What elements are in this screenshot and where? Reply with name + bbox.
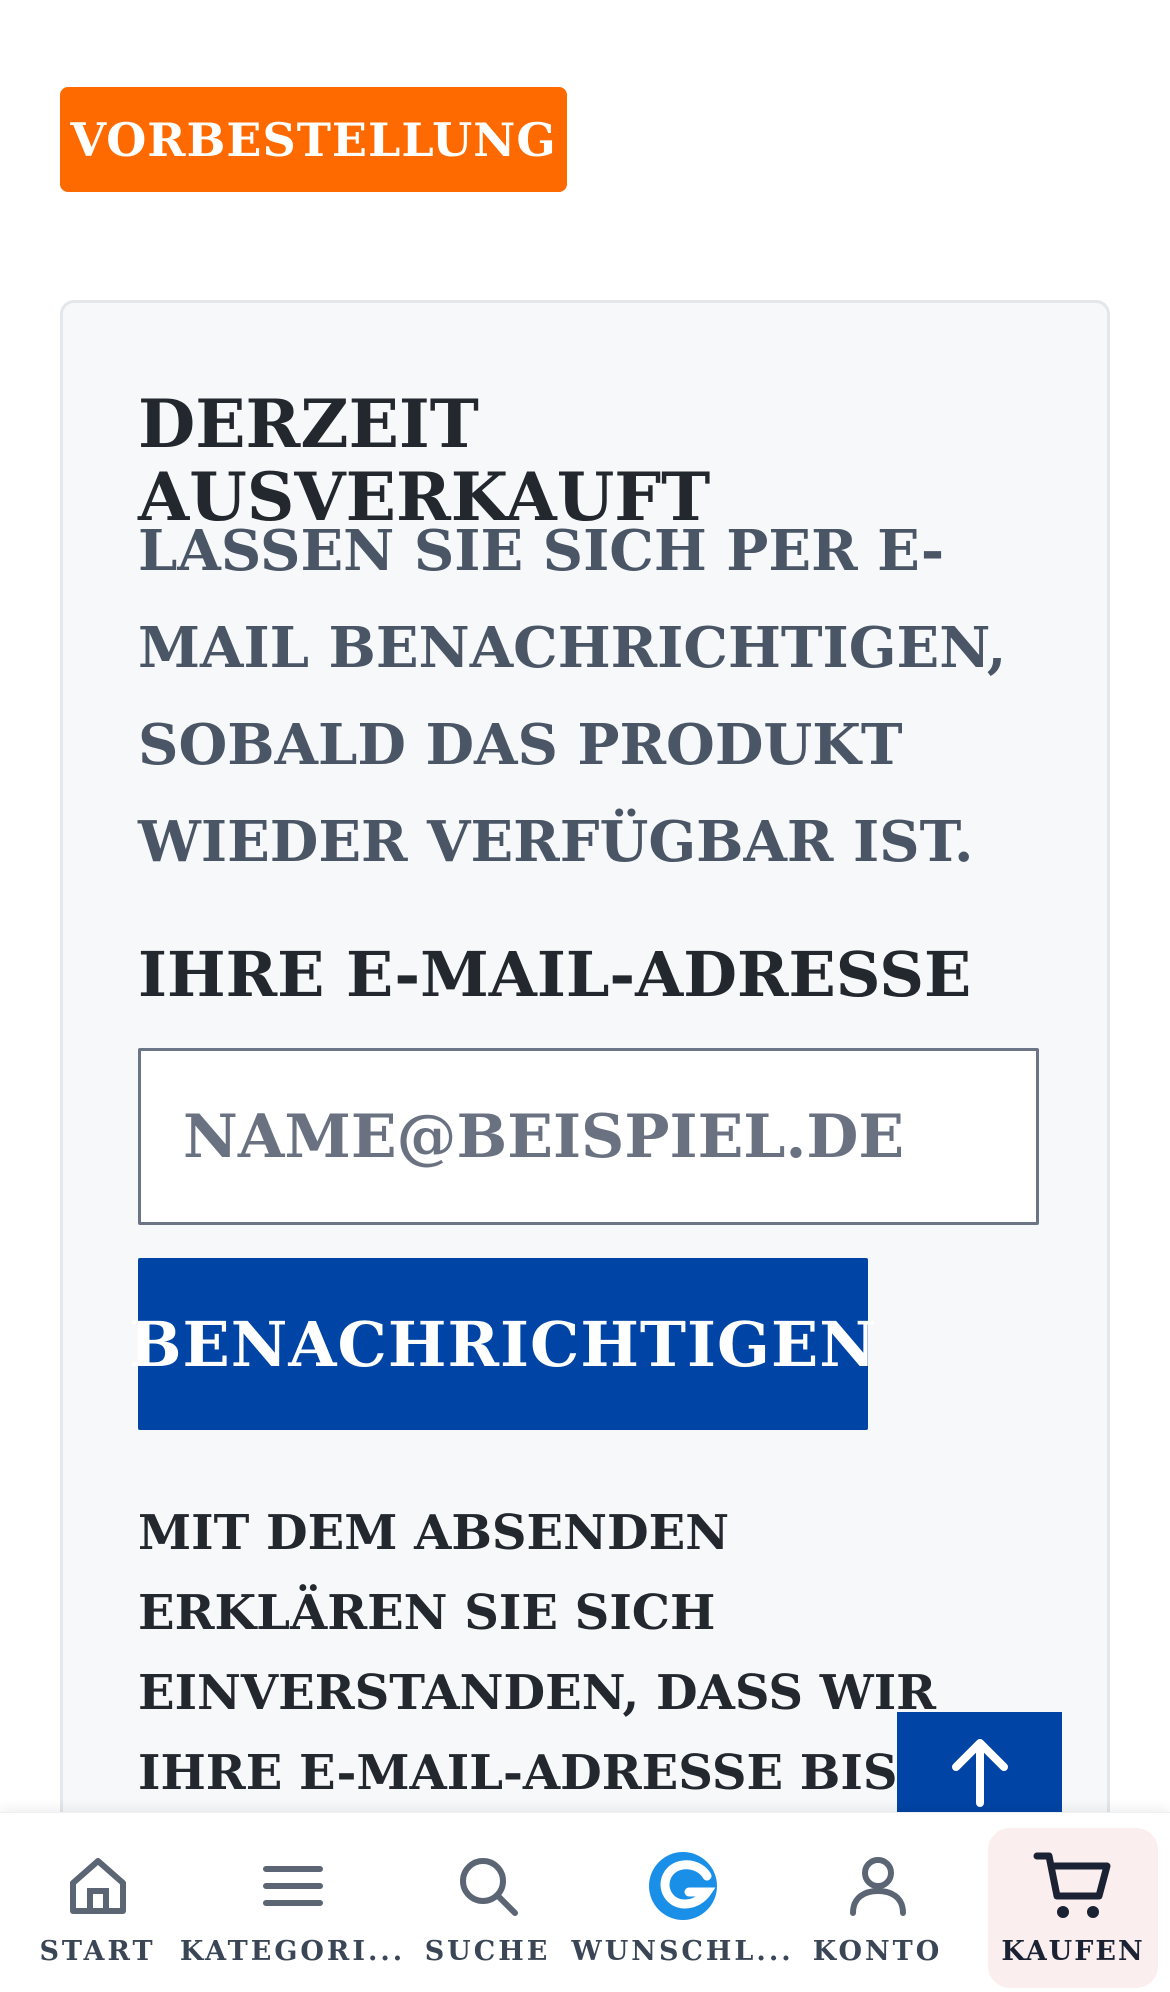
nav-item-account[interactable]: KONTO (780, 1813, 975, 1992)
cart-icon (1033, 1846, 1113, 1926)
arrow-up-icon (951, 1739, 1008, 1807)
nav-label-account: KONTO (812, 1936, 943, 1967)
search-icon (448, 1846, 528, 1926)
nav-item-wishlist[interactable]: WUNSCHL... (571, 1813, 791, 1992)
email-label: IHRE E-MAIL-ADRESSE (138, 938, 972, 1011)
nav-item-search[interactable]: SUCHE (390, 1813, 585, 1992)
nav-label-cart: KAUFEN (1001, 1936, 1145, 1967)
nav-item-start[interactable]: START (0, 1813, 195, 1992)
nav-label-categories: KATEGORI... (179, 1936, 406, 1967)
wishlist-icon (643, 1846, 723, 1926)
nav-label-search: SUCHE (424, 1936, 551, 1967)
nav-label-wishlist: WUNSCHL... (571, 1936, 794, 1967)
notify-button[interactable]: BENACHRICHTIGEN (129, 1258, 876, 1430)
notification-description: LASSEN SIE SICH PER E-MAIL BENACHRICHTIG… (138, 518, 1007, 875)
bottom-navigation: START KATEGORI... SUCHE WUNSCHL... KONTO… (0, 1812, 1170, 1992)
nav-label-start: START (39, 1936, 156, 1967)
menu-icon (253, 1846, 333, 1926)
nav-item-categories[interactable]: KATEGORI... (180, 1813, 402, 1992)
preorder-badge: VORBESTELLUNG (60, 87, 567, 192)
user-icon (838, 1846, 918, 1926)
home-icon (58, 1846, 138, 1926)
email-field[interactable] (138, 1048, 1039, 1225)
nav-item-cart[interactable]: KAUFEN (988, 1828, 1158, 1988)
